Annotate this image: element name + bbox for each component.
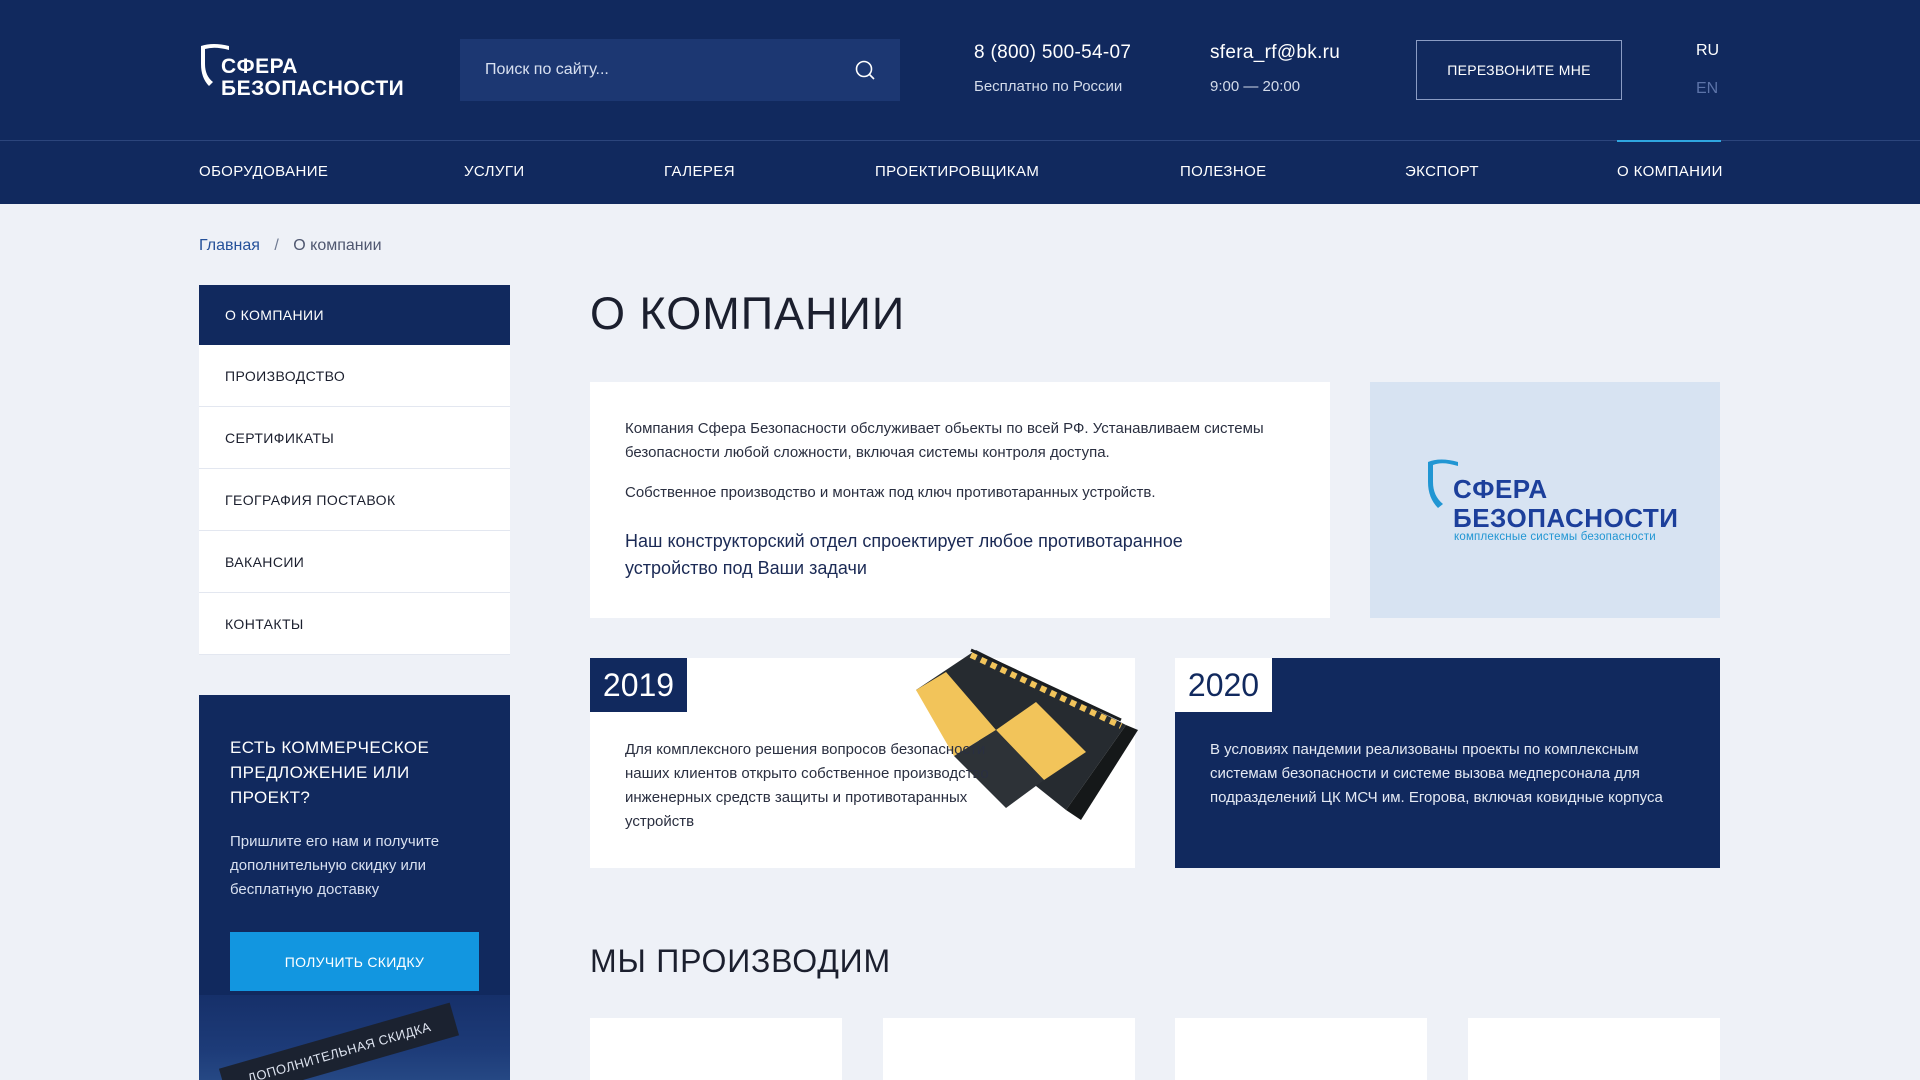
- lang-en[interactable]: EN: [1696, 80, 1718, 98]
- nav-item-equipment[interactable]: ОБОРУДОВАНИЕ: [199, 163, 328, 180]
- history-card-2019: 2019 Для комплексного решения вопросов б…: [590, 648, 1138, 868]
- nav-item-about[interactable]: О КОМПАНИИ: [1617, 163, 1723, 180]
- intro-paragraph-2: Собственное производство и монтаж под кл…: [625, 484, 1156, 501]
- nav-item-useful[interactable]: ПОЛЕЗНОЕ: [1180, 163, 1267, 180]
- breadcrumb-current: О компании: [293, 237, 382, 254]
- logo-text-line1: СФЕРА: [1453, 474, 1548, 504]
- sidebar-item-production[interactable]: ПРОИЗВОДСТВО: [199, 345, 510, 407]
- sidebar-item-vacancies[interactable]: ВАКАНСИИ: [199, 531, 510, 593]
- promo-text: Пришлите его нам и получите дополнительн…: [230, 833, 440, 898]
- company-logo-card: СФЕРА БЕЗОПАСНОСТИ комплексные системы б…: [1370, 382, 1720, 618]
- intro-paragraph-3: Наш конструкторский отдел спроектирует л…: [625, 531, 1183, 578]
- year-badge: 2019: [590, 658, 687, 712]
- breadcrumb-home[interactable]: Главная: [199, 237, 260, 254]
- breadcrumb-separator: /: [274, 237, 279, 254]
- get-discount-button[interactable]: ПОЛУЧИТЬ СКИДКУ: [230, 932, 479, 991]
- working-hours: 9:00 — 20:00: [1210, 78, 1301, 95]
- history-text-2020: В условиях пандемии реализованы проекты …: [1210, 741, 1663, 806]
- sidebar-item-contacts[interactable]: КОНТАКТЫ: [199, 593, 510, 655]
- site-header: СФЕРА БЕЗОПАСНОСТИ 8 (800) 500-54-07 Бес…: [0, 0, 1920, 140]
- nav-item-designers[interactable]: ПРОЕКТИРОВЩИКАМ: [875, 163, 1039, 180]
- email-block: sfera_rf@bk.ru 9:00 — 20:00: [1210, 42, 1340, 95]
- sidebar-menu: О КОМПАНИИ ПРОИЗВОДСТВО СЕРТИФИКАТЫ ГЕОГ…: [199, 285, 510, 655]
- phone-number[interactable]: 8 (800) 500-54-07: [974, 42, 1131, 64]
- sidebar-item-about[interactable]: О КОМПАНИИ: [199, 285, 510, 345]
- search-input[interactable]: [460, 39, 840, 101]
- history-card-2020: 2020 В условиях пандемии реализованы про…: [1175, 658, 1720, 868]
- product-card[interactable]: [883, 1018, 1135, 1080]
- promo-block: ЕСТЬ КОММЕРЧЕСКОЕ ПРЕДЛОЖЕНИЕ ИЛИ ПРОЕКТ…: [199, 695, 510, 1080]
- logo-text-line2: БЕЗОПАСНОСТИ: [221, 77, 405, 100]
- nav-item-services[interactable]: УСЛУГИ: [464, 163, 525, 180]
- year-badge: 2020: [1175, 658, 1272, 712]
- section-title-products: МЫ ПРОИЗВОДИМ: [590, 943, 891, 979]
- email-link[interactable]: sfera_rf@bk.ru: [1210, 42, 1340, 64]
- intro-paragraph-1: Компания Сфера Безопасности обслуживает …: [625, 420, 1264, 461]
- main-nav: ОБОРУДОВАНИЕ УСЛУГИ ГАЛЕРЕЯ ПРОЕКТИРОВЩИ…: [0, 140, 1920, 204]
- logo-tagline: комплексные системы безопасности: [1454, 531, 1656, 543]
- page-title: О КОМПАНИИ: [590, 288, 906, 339]
- logo-text-line1: СФЕРА: [221, 55, 298, 78]
- promo-heading: ЕСТЬ КОММЕРЧЕСКОЕ ПРЕДЛОЖЕНИЕ ИЛИ ПРОЕКТ…: [230, 738, 430, 807]
- product-card[interactable]: [1175, 1018, 1427, 1080]
- phone-block: 8 (800) 500-54-07 Бесплатно по России: [974, 42, 1131, 95]
- product-card[interactable]: [1468, 1018, 1720, 1080]
- phone-note: Бесплатно по России: [974, 78, 1123, 95]
- search-box: [460, 39, 900, 101]
- callback-button[interactable]: ПЕРЕЗВОНИТЕ МНЕ: [1416, 40, 1622, 100]
- lang-ru[interactable]: RU: [1696, 42, 1719, 60]
- nav-item-export[interactable]: ЭКСПОРТ: [1405, 163, 1479, 180]
- history-text-2019: Для комплексного решения вопросов безопа…: [625, 741, 989, 830]
- breadcrumb: Главная / О компании: [199, 237, 382, 255]
- logo-text-line2: БЕЗОПАСНОСТИ: [1453, 503, 1679, 533]
- product-card[interactable]: [590, 1018, 842, 1080]
- nav-active-indicator: [1617, 140, 1721, 142]
- nav-item-gallery[interactable]: ГАЛЕРЕЯ: [664, 163, 735, 180]
- site-logo[interactable]: СФЕРА БЕЗОПАСНОСТИ: [199, 40, 404, 102]
- sidebar-item-certificates[interactable]: СЕРТИФИКАТЫ: [199, 407, 510, 469]
- intro-card: Компания Сфера Безопасности обслуживает …: [590, 382, 1330, 618]
- sidebar-item-geography[interactable]: ГЕОГРАФИЯ ПОСТАВОК: [199, 469, 510, 531]
- search-icon[interactable]: [854, 59, 876, 81]
